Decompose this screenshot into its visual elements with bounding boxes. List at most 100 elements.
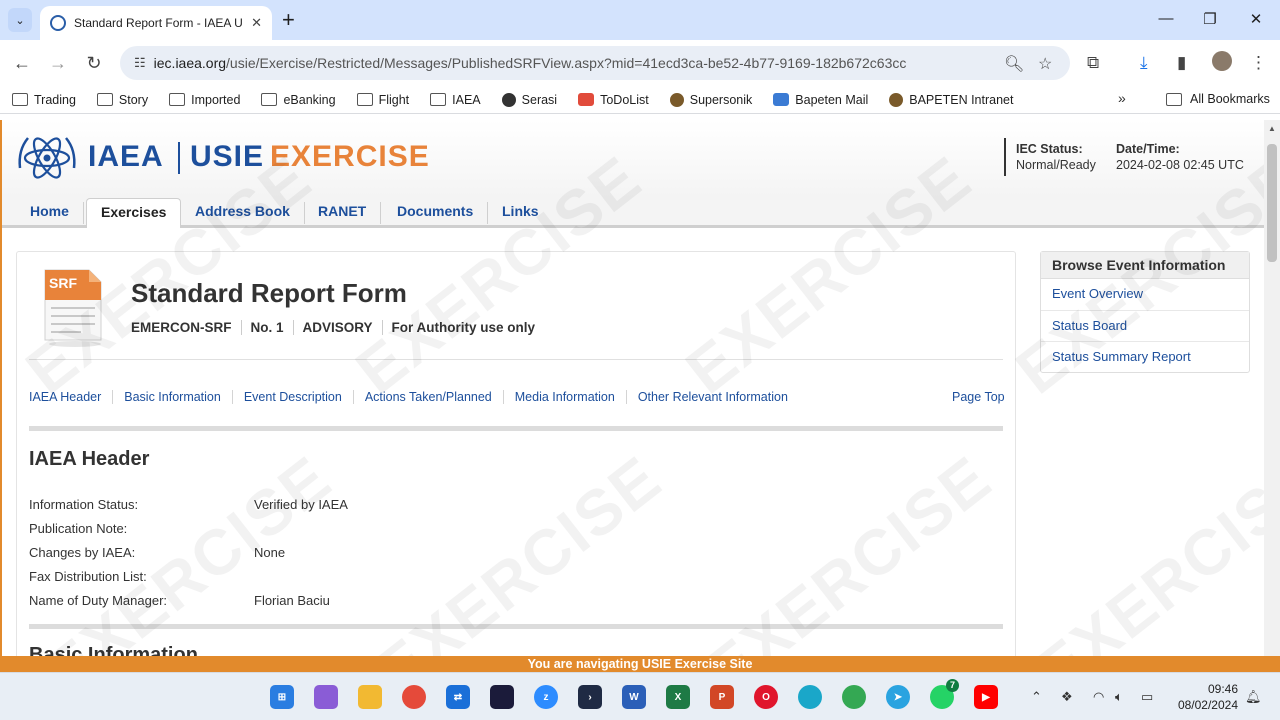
edge-icon[interactable]	[798, 685, 822, 709]
whatsapp-icon[interactable]: 7	[930, 679, 959, 709]
site-header: IAEA USIE EXERCISE IEC Status: Normal/Re…	[2, 120, 1264, 198]
tray-chevron-icon[interactable]: ⌃	[1031, 689, 1042, 705]
telegram-icon[interactable]: ➤	[886, 685, 910, 709]
event-overview-link[interactable]: Event Overview	[1041, 279, 1249, 311]
mail-icon	[773, 93, 790, 106]
logo-divider	[178, 142, 180, 174]
volume-icon[interactable]: 🔈︎	[1115, 689, 1123, 705]
teamviewer-icon[interactable]: ⇄	[446, 685, 470, 709]
nav-home[interactable]: Home	[16, 202, 84, 224]
side-panel-icon[interactable]: ▮	[1177, 53, 1186, 73]
word-icon[interactable]: W	[622, 685, 646, 709]
tab-search-chevron-icon[interactable]: ⌄	[8, 8, 32, 32]
nav-ranet[interactable]: RANET	[304, 202, 382, 224]
form-category: ADVISORY	[294, 320, 383, 335]
scroll-up-icon[interactable]: ▲	[1268, 124, 1276, 133]
bookmark-item[interactable]: Bapeten Mail	[773, 93, 868, 107]
folder-icon	[12, 93, 28, 106]
section-links: IAEA Header Basic Information Event Desc…	[29, 390, 799, 404]
status-board-link[interactable]: Status Board	[1041, 311, 1249, 342]
nav-exercises[interactable]: Exercises	[86, 198, 182, 228]
zoom-icon[interactable]: z	[534, 685, 558, 709]
powerpoint-icon[interactable]: P	[710, 685, 734, 709]
section-link-event-description[interactable]: Event Description	[233, 390, 354, 404]
tab-title: Standard Report Form - IAEA U	[74, 16, 243, 30]
folder-icon	[356, 93, 373, 106]
nav-documents[interactable]: Documents	[383, 202, 489, 224]
section-link-actions-taken[interactable]: Actions Taken/Planned	[354, 390, 504, 404]
dropbox-icon[interactable]: ❖	[1061, 689, 1073, 705]
battery-icon[interactable]: ▭	[1141, 689, 1153, 705]
exercise-watermark: EXERCISE	[1022, 441, 1264, 656]
reload-icon[interactable]: ↻	[83, 52, 105, 74]
site-info-icon[interactable]: ☷	[134, 55, 146, 71]
bookmark-item[interactable]: Trading	[12, 93, 76, 107]
new-tab-icon[interactable]: +	[282, 8, 295, 32]
close-window-icon[interactable]: ✕	[1246, 10, 1266, 28]
bookmark-star-icon[interactable]: ☆	[1038, 54, 1052, 74]
page-scrollbar[interactable]: ▲ ▼	[1264, 120, 1280, 672]
youtube-icon[interactable]: ▶	[974, 685, 998, 709]
bookmark-item[interactable]: Story	[96, 93, 148, 107]
form-classification: For Authority use only	[391, 320, 536, 335]
folder-icon	[430, 93, 447, 106]
menu-kebab-icon[interactable]: ⋮	[1250, 53, 1267, 73]
bookmarks-overflow-icon[interactable]: »	[1118, 90, 1126, 106]
section-divider	[29, 426, 1003, 431]
bookmark-item[interactable]: IAEA	[430, 93, 481, 107]
minimize-icon[interactable]: —	[1156, 10, 1176, 27]
browse-event-panel: Browse Event Information Event Overview …	[1040, 251, 1250, 373]
extensions-icon[interactable]: ⧉	[1087, 53, 1099, 73]
taskbar-clock[interactable]: 09:46 08/02/2024	[1168, 681, 1238, 713]
address-bar[interactable]: ☷ iec.iaea.org/usie/Exercise/Restricted/…	[120, 46, 1070, 80]
close-tab-icon[interactable]: ✕	[251, 15, 262, 31]
bookmark-item[interactable]: eBanking	[261, 93, 336, 107]
forward-icon[interactable]: →	[47, 52, 69, 74]
excel-icon[interactable]: X	[666, 685, 690, 709]
opera-icon[interactable]: O	[754, 685, 778, 709]
back-icon[interactable]: ←	[11, 52, 33, 74]
browser-tab[interactable]: Standard Report Form - IAEA U ✕	[40, 6, 272, 40]
notification-bell-icon[interactable]: 🔔︎	[1245, 689, 1262, 705]
copilot-icon[interactable]	[314, 685, 338, 709]
bookmark-item[interactable]: Flight	[356, 93, 409, 107]
clock-date: 08/02/2024	[1177, 698, 1238, 712]
bookmark-item[interactable]: BAPETEN Intranet	[889, 92, 1013, 107]
main-nav: Home Exercises Address Book RANET Docume…	[2, 198, 1264, 228]
field-value: Florian Baciu	[254, 593, 330, 608]
whatsapp-badge: 7	[946, 679, 959, 692]
chrome-icon[interactable]	[402, 685, 426, 709]
page-top-link[interactable]: Page Top	[952, 390, 1005, 404]
bookmark-item[interactable]: Serasi	[501, 92, 557, 107]
iaea-logo-icon	[18, 137, 76, 179]
section-link-media-information[interactable]: Media Information	[504, 390, 627, 404]
bookmark-item[interactable]: Supersonik	[669, 92, 752, 107]
restore-icon[interactable]: ❐	[1200, 10, 1220, 28]
bookmark-item[interactable]: Imported	[169, 93, 240, 107]
vpn-icon[interactable]: ›	[578, 685, 602, 709]
todolist-icon	[578, 93, 595, 106]
form-type: EMERCON-SRF	[131, 320, 242, 335]
section-link-other-information[interactable]: Other Relevant Information	[627, 390, 799, 404]
file-explorer-icon[interactable]	[358, 685, 382, 709]
url-host: iec.iaea.org	[153, 55, 227, 71]
profile-avatar[interactable]	[1212, 51, 1232, 71]
nav-address-book[interactable]: Address Book	[181, 202, 305, 224]
status-summary-report-link[interactable]: Status Summary Report	[1041, 342, 1249, 374]
nav-links[interactable]: Links	[488, 202, 553, 224]
next-section-title: Basic Information	[29, 644, 198, 656]
section-link-iaea-header[interactable]: IAEA Header	[29, 390, 114, 404]
field-label: Publication Note:	[29, 521, 128, 536]
wifi-icon[interactable]: ◠	[1093, 689, 1104, 705]
scrollbar-thumb[interactable]	[1267, 144, 1277, 262]
section-link-basic-information[interactable]: Basic Information	[113, 390, 233, 404]
section-divider	[29, 624, 1003, 629]
zoom-icon[interactable]: 🔍︎	[1004, 54, 1024, 74]
page-viewport: IAEA USIE EXERCISE IEC Status: Normal/Re…	[0, 120, 1264, 656]
all-bookmarks-button[interactable]: All Bookmarks	[1166, 92, 1270, 106]
start-windows-icon[interactable]: ⊞	[270, 685, 294, 709]
webex-icon[interactable]	[490, 685, 514, 709]
bookmark-item[interactable]: ToDoList	[578, 93, 649, 107]
maps-icon[interactable]	[842, 685, 866, 709]
downloads-icon[interactable]: ⤓	[1140, 53, 1148, 73]
